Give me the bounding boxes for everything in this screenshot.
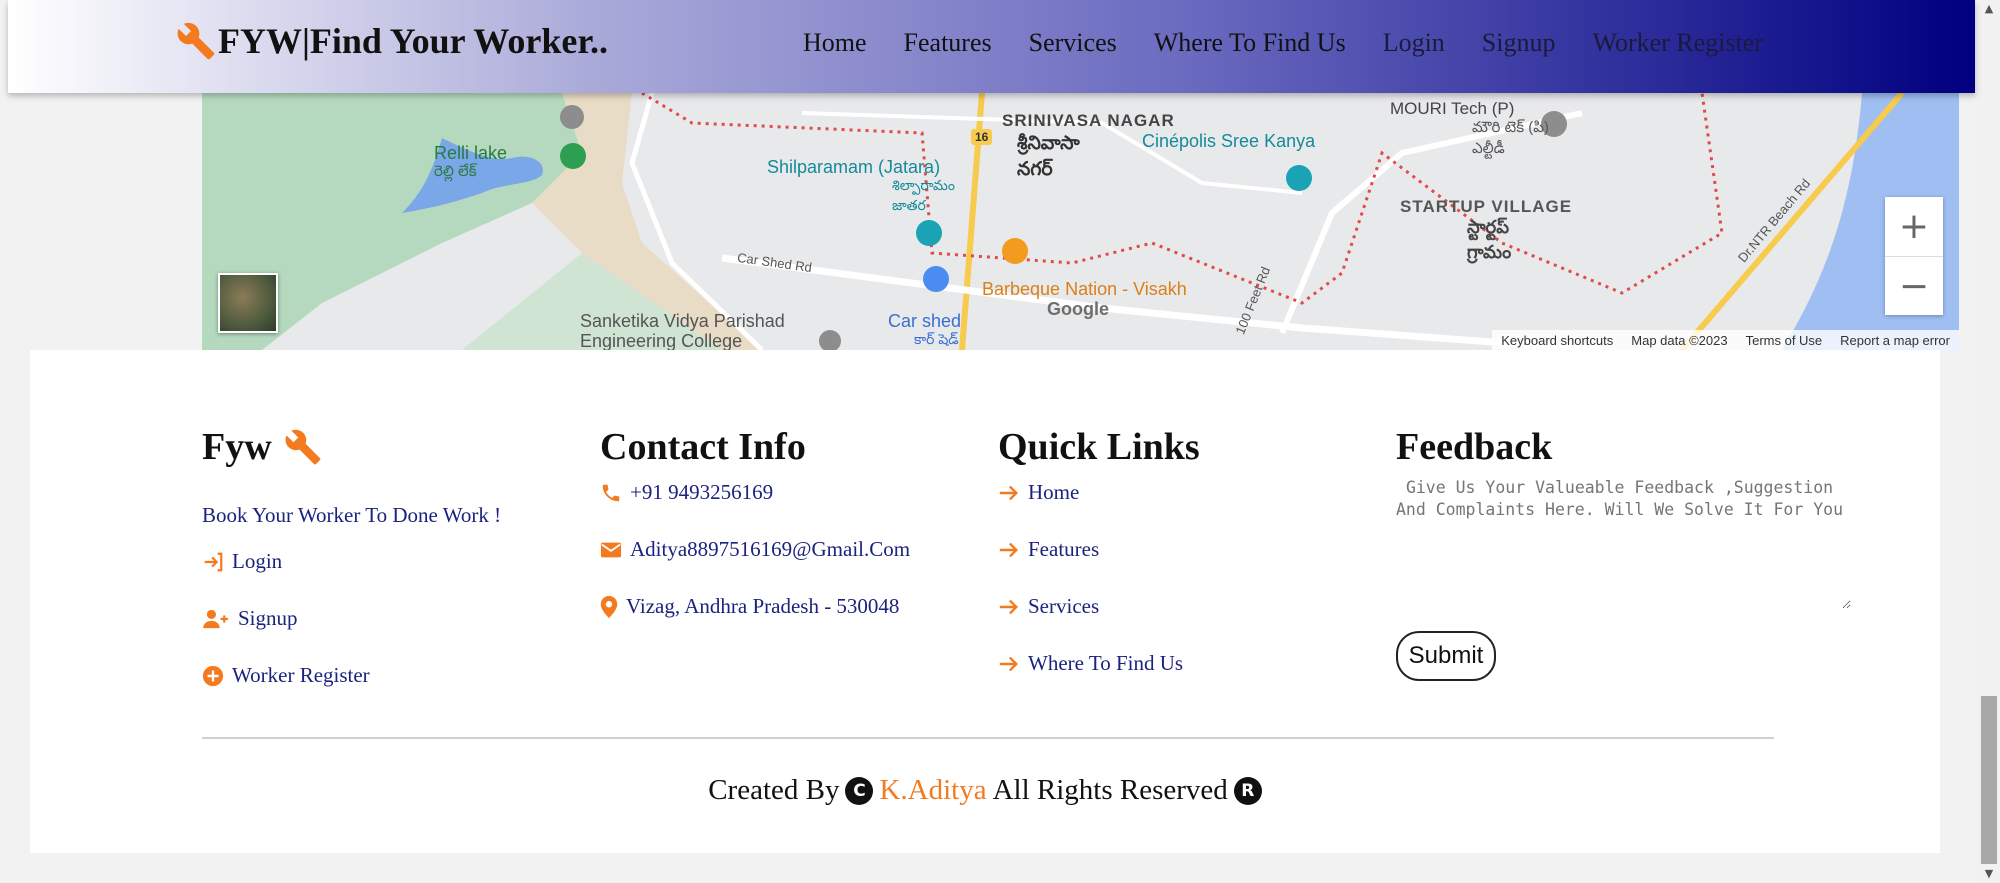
phone-icon	[602, 484, 620, 501]
quick-link-home[interactable]: Home	[998, 480, 1079, 505]
brand-name: FYW|Find Your Worker..	[218, 21, 608, 61]
nav-worker-register[interactable]: Worker Register	[1592, 28, 1762, 58]
quick-link-features-label: Features	[1028, 537, 1100, 561]
footer-feedback-title: Feedback	[1396, 426, 1553, 468]
nav-services[interactable]: Services	[1029, 28, 1117, 58]
map-route-shield: 16	[971, 129, 993, 145]
contact-email-address: Aditya8897516169@Gmail.Com	[630, 537, 911, 561]
registered-icon: R	[1233, 776, 1262, 805]
arrow-right-icon	[999, 542, 1019, 557]
footer-login-label: Login	[232, 549, 283, 573]
quick-link-features[interactable]: Features	[998, 537, 1099, 562]
copyright-icon: C	[845, 776, 874, 805]
map-label-barbeque-nation: Barbeque Nation - Visakh	[982, 279, 1187, 299]
footer-credits: Created By C K.Aditya All Rights Reserve…	[30, 774, 1940, 807]
zoom-out-button[interactable]: −	[1885, 257, 1943, 316]
quick-link-home-label: Home	[1028, 480, 1080, 504]
wrench-icon	[177, 22, 215, 60]
footer-contact-title: Contact Info	[600, 426, 806, 468]
location-pin-icon	[600, 595, 618, 618]
footer-quick-links: Quick Links Home Features Services Where…	[998, 425, 1378, 685]
feedback-textarea[interactable]	[1396, 475, 1851, 609]
contact-address-text: Vizag, Andhra Pradesh - 530048	[626, 594, 900, 618]
scroll-up-icon[interactable]: ▲	[1978, 0, 2000, 18]
top-navbar: FYW|Find Your Worker.. Home Features Ser…	[8, 0, 1975, 93]
footer-quick-links-title: Quick Links	[998, 426, 1200, 468]
sign-in-icon	[204, 552, 223, 571]
footer-about: Fyw Book Your Worker To Done Work ! Logi…	[202, 425, 582, 695]
footer-about-title: Fyw	[202, 425, 582, 469]
credits-author[interactable]: K.Aditya	[879, 774, 986, 807]
map-label-engineering-college: Engineering College	[580, 331, 743, 350]
footer-feedback: Feedback Submit	[1396, 425, 1856, 685]
nav-login[interactable]: Login	[1383, 28, 1445, 58]
scroll-down-icon[interactable]: ▼	[1978, 865, 2000, 883]
brand-logo[interactable]: FYW|Find Your Worker..	[176, 20, 608, 62]
map-label-shilparamam: Shilparamam (Jatara)	[767, 157, 941, 177]
arrow-right-icon	[999, 485, 1019, 500]
footer-worker-register-label: Worker Register	[232, 663, 370, 687]
map-zoom-control: + −	[1885, 197, 1943, 315]
arrow-right-icon	[999, 599, 1019, 614]
map-label-mouri-telugu: మౌరి టెక్ (పి) ఎల్టీడీ	[1472, 119, 1549, 157]
page-scrollbar[interactable]: ▲ ▼	[1978, 0, 2000, 883]
map-label-cinepolis: Cinépolis Sree Kanya	[1142, 131, 1316, 151]
map-label-srinivasa-nagar: SRINIVASA NAGAR	[1002, 111, 1175, 130]
footer-worker-register-link[interactable]: Worker Register	[202, 663, 370, 688]
contact-email[interactable]: Aditya8897516169@Gmail.Com	[600, 537, 910, 562]
map-label-mouri-tech: MOURI Tech (P)	[1390, 99, 1515, 118]
terms-of-use-link[interactable]: Terms of Use	[1737, 333, 1832, 348]
map-label-car-shed: Car shed	[888, 311, 962, 331]
contact-address: Vizag, Andhra Pradesh - 530048	[600, 594, 899, 619]
map-label-srinivasa-telugu: శ్రీనివాసా నగర్	[1017, 133, 1080, 180]
main-nav: Home Features Services Where To Find Us …	[803, 28, 1800, 58]
footer-about-title-text: Fyw	[202, 426, 272, 468]
credits-prefix: Created By	[708, 774, 840, 806]
keyboard-shortcuts-link[interactable]: Keyboard shortcuts	[1492, 333, 1622, 348]
contact-phone-number: +91 9493256169	[630, 480, 774, 504]
location-map[interactable]: SRINIVASA NAGAR శ్రీనివాసా నగర్ MOURI Te…	[202, 93, 1959, 350]
credits-suffix: All Rights Reserved	[992, 774, 1228, 806]
arrow-right-icon	[999, 656, 1019, 671]
report-map-error-link[interactable]: Report a map error	[1831, 333, 1959, 348]
nav-signup[interactable]: Signup	[1482, 28, 1556, 58]
quick-link-where-to-find-us-label: Where To Find Us	[1028, 651, 1184, 675]
envelope-icon	[600, 542, 622, 557]
footer-tagline: Book Your Worker To Done Work !	[202, 503, 502, 527]
site-footer: Fyw Book Your Worker To Done Work ! Logi…	[30, 350, 1940, 853]
footer-divider	[202, 737, 1774, 739]
map-label-relli-telugu: రెల్లి లేక్	[434, 163, 477, 180]
footer-login-link[interactable]: Login	[202, 549, 282, 574]
zoom-in-button[interactable]: +	[1885, 197, 1943, 257]
user-plus-icon	[203, 609, 228, 628]
feedback-submit-button[interactable]: Submit	[1396, 631, 1496, 681]
map-label-shilparamam-telugu: శిల్పారామం జాతర	[892, 177, 955, 213]
satellite-layer-toggle[interactable]	[218, 273, 278, 333]
google-logo: Google	[1047, 299, 1109, 319]
nav-where-to-find-us[interactable]: Where To Find Us	[1154, 28, 1346, 58]
nav-home[interactable]: Home	[803, 28, 867, 58]
map-label-car-shed-telugu: కార్ షెడ్	[914, 331, 959, 347]
quick-link-where-to-find-us[interactable]: Where To Find Us	[998, 651, 1183, 676]
footer-signup-label: Signup	[238, 606, 298, 630]
contact-phone[interactable]: +91 9493256169	[600, 480, 773, 505]
map-label-sanketika: Sanketika Vidya Parishad	[580, 311, 785, 331]
map-attribution: Keyboard shortcuts Map data ©2023 Terms …	[1492, 330, 1959, 350]
wrench-icon	[285, 429, 321, 465]
scrollbar-thumb[interactable]	[1981, 696, 1997, 864]
map-label-startup-village: STARTUP VILLAGE	[1400, 197, 1573, 216]
nav-features[interactable]: Features	[904, 28, 992, 58]
map-label-relli-lake: Relli lake	[434, 143, 508, 163]
plus-circle-icon	[202, 665, 224, 686]
footer-contact: Contact Info +91 9493256169 Aditya889751…	[600, 425, 980, 625]
map-label-startup-telugu: స్టార్టప్ గ్రామం	[1467, 217, 1512, 262]
quick-link-services[interactable]: Services	[998, 594, 1099, 619]
map-data-text: Map data ©2023	[1631, 332, 1728, 348]
quick-link-services-label: Services	[1028, 594, 1100, 618]
footer-signup-link[interactable]: Signup	[202, 606, 298, 631]
